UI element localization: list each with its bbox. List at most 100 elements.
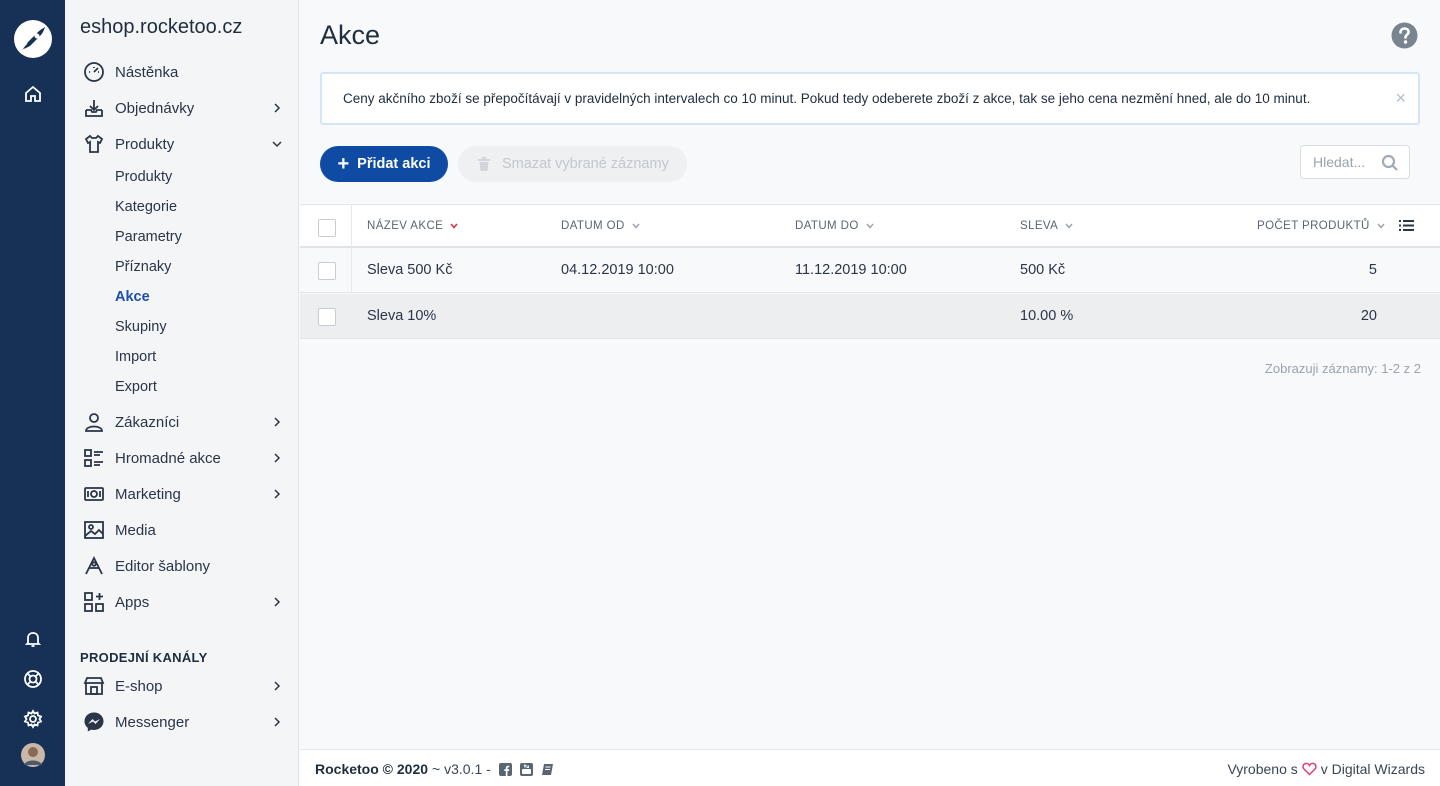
help-icon[interactable]: [1391, 22, 1418, 49]
sidebar-item-label: Objednávky: [115, 99, 195, 117]
sidebar-item-label: Editor šablony: [115, 557, 211, 575]
column-header-label: SLEVA: [1020, 220, 1059, 232]
drawing-icon: [85, 555, 103, 575]
chevron-right-icon: [274, 717, 281, 727]
book-icon[interactable]: [541, 763, 554, 776]
sidebar-subitem-categories[interactable]: Kategorie: [115, 196, 177, 218]
sidebar-subitem-groups[interactable]: Skupiny: [115, 316, 167, 338]
column-divider: [351, 248, 352, 293]
facebook-icon[interactable]: [498, 762, 512, 776]
column-header-date-to[interactable]: DATUM DO: [795, 220, 875, 232]
cell-date-from: 04.12.2019 10:00: [561, 262, 674, 278]
footer: Rocketoo © 2020 ~ v3.0.1 - Vyrobeno s v …: [300, 749, 1440, 786]
delete-selected-button[interactable]: Smazat vybrané záznamy: [458, 146, 687, 182]
sidebar-item-label: Zákazníci: [115, 413, 180, 431]
close-icon[interactable]: ×: [1395, 88, 1406, 109]
support-icon[interactable]: [0, 669, 65, 689]
delete-selected-label: Smazat vybrané záznamy: [502, 156, 669, 172]
column-header-discount[interactable]: SLEVA: [1020, 220, 1074, 232]
sidebar-item-bulk-actions[interactable]: Hromadné akce: [65, 440, 299, 476]
footer-right: Vyrobeno s v Digital Wizards: [1227, 761, 1425, 777]
sidebar-item-media[interactable]: Media: [65, 512, 299, 548]
chevron-right-icon: [274, 103, 281, 113]
sidebar: eshop.rocketoo.cz Nástěnka Objednávky Pr…: [65, 0, 299, 786]
alert-message: Ceny akčního zboží se přepočítávají v pr…: [343, 91, 1311, 106]
column-header-label: POČET PRODUKTŮ: [1257, 220, 1370, 232]
column-header-name[interactable]: NÁZEV AKCE: [367, 220, 459, 232]
gear-icon[interactable]: [0, 709, 65, 729]
sort-desc-icon: [450, 223, 458, 229]
sidebar-subitem-parameters[interactable]: Parametry: [115, 226, 182, 248]
pager-info: Zobrazuji záznamy: 1-2 z 2: [1264, 361, 1421, 376]
chevron-down-icon: [866, 223, 874, 229]
sidebar-subitem-promotions[interactable]: Akce: [115, 286, 150, 308]
column-header-product-count[interactable]: POČET PRODUKTŮ: [1257, 220, 1386, 232]
cell-date-to: 11.12.2019 10:00: [795, 262, 907, 278]
sidebar-item-messenger[interactable]: Messenger: [65, 704, 299, 740]
search-input[interactable]: [1313, 154, 1383, 170]
footer-made-prefix: Vyrobeno s: [1227, 761, 1298, 777]
main-content: Akce Ceny akčního zboží se přepočítávají…: [300, 0, 1440, 786]
chevron-down-icon: [632, 223, 640, 229]
footer-version: ~ v3.0.1 -: [432, 761, 491, 777]
cell-name: Sleva 500 Kč: [367, 262, 453, 278]
chevron-right-icon: [274, 453, 281, 463]
user-icon: [85, 413, 103, 432]
add-promotion-label: Přidat akci: [357, 156, 431, 172]
search-box[interactable]: [1300, 145, 1410, 179]
sidebar-item-label: Nástěnka: [115, 63, 179, 81]
column-header-label: DATUM OD: [561, 220, 625, 232]
footer-made-suffix: v Digital Wizards: [1320, 761, 1425, 777]
cell-discount: 500 Kč: [1020, 262, 1066, 278]
select-all-checkbox[interactable]: [318, 219, 336, 237]
sidebar-subitem-products[interactable]: Produkty: [115, 166, 172, 188]
user-avatar[interactable]: [0, 743, 65, 767]
column-header-label: DATUM DO: [795, 220, 859, 232]
add-promotion-button[interactable]: + Přidat akci: [320, 146, 448, 182]
column-header-date-from[interactable]: DATUM OD: [561, 220, 641, 232]
search-icon[interactable]: [1381, 154, 1399, 172]
sidebar-item-orders[interactable]: Objednávky: [65, 90, 299, 126]
app-rail: [0, 0, 65, 786]
sidebar-item-template-editor[interactable]: Editor šablony: [65, 548, 299, 584]
column-header-label: NÁZEV AKCE: [367, 220, 444, 232]
sidebar-item-eshop[interactable]: E-shop: [65, 668, 299, 704]
youtube-icon[interactable]: [519, 762, 533, 776]
shop-name[interactable]: eshop.rocketoo.cz: [80, 16, 242, 39]
chevron-down-icon: [1377, 223, 1385, 229]
cell-product-count: 20: [1360, 308, 1377, 324]
cell-discount: 10.00 %: [1020, 308, 1074, 324]
sidebar-item-customers[interactable]: Zákazníci: [65, 404, 299, 440]
footer-brand: Rocketoo © 2020: [315, 761, 429, 777]
heart-icon: [1302, 762, 1317, 776]
home-icon[interactable]: [0, 84, 65, 104]
chevron-right-icon: [274, 489, 281, 499]
sidebar-item-label: Messenger: [115, 713, 190, 731]
sidebar-subitem-export[interactable]: Export: [115, 376, 157, 398]
chevron-right-icon: [274, 681, 281, 691]
table-row[interactable]: Sleva 500 Kč 04.12.2019 10:00 11.12.2019…: [300, 248, 1440, 293]
sidebar-item-apps[interactable]: Apps: [65, 584, 299, 620]
sidebar-subitem-flags[interactable]: Příznaky: [115, 256, 171, 278]
sidebar-item-marketing[interactable]: Marketing: [65, 476, 299, 512]
sidebar-item-label: E-shop: [115, 677, 163, 695]
sales-channels-heading: PRODEJNÍ KANÁLY: [80, 650, 208, 665]
cell-product-count: 5: [1368, 262, 1377, 278]
footer-left: Rocketoo © 2020 ~ v3.0.1 -: [315, 761, 554, 777]
bell-icon[interactable]: [0, 630, 65, 648]
sidebar-subitem-import[interactable]: Import: [115, 346, 156, 368]
chevron-down-icon: [272, 141, 282, 148]
table-row[interactable]: Sleva 10% 10.00 % 20: [300, 294, 1440, 339]
rocket-logo-icon[interactable]: [0, 18, 65, 60]
sidebar-item-products[interactable]: Produkty: [65, 126, 299, 162]
info-alert: Ceny akčního zboží se přepočítávají v pr…: [320, 72, 1420, 125]
chevron-right-icon: [274, 597, 281, 607]
sidebar-item-dashboard[interactable]: Nástěnka: [65, 54, 299, 90]
messenger-icon: [84, 712, 104, 732]
row-checkbox[interactable]: [318, 308, 336, 326]
cell-name: Sleva 10%: [367, 308, 437, 324]
table-header: NÁZEV AKCE DATUM OD DATUM DO SLEVA POČET…: [300, 204, 1440, 248]
column-settings-icon[interactable]: [1399, 219, 1414, 232]
row-checkbox[interactable]: [318, 262, 336, 280]
checklist-icon: [84, 449, 103, 467]
